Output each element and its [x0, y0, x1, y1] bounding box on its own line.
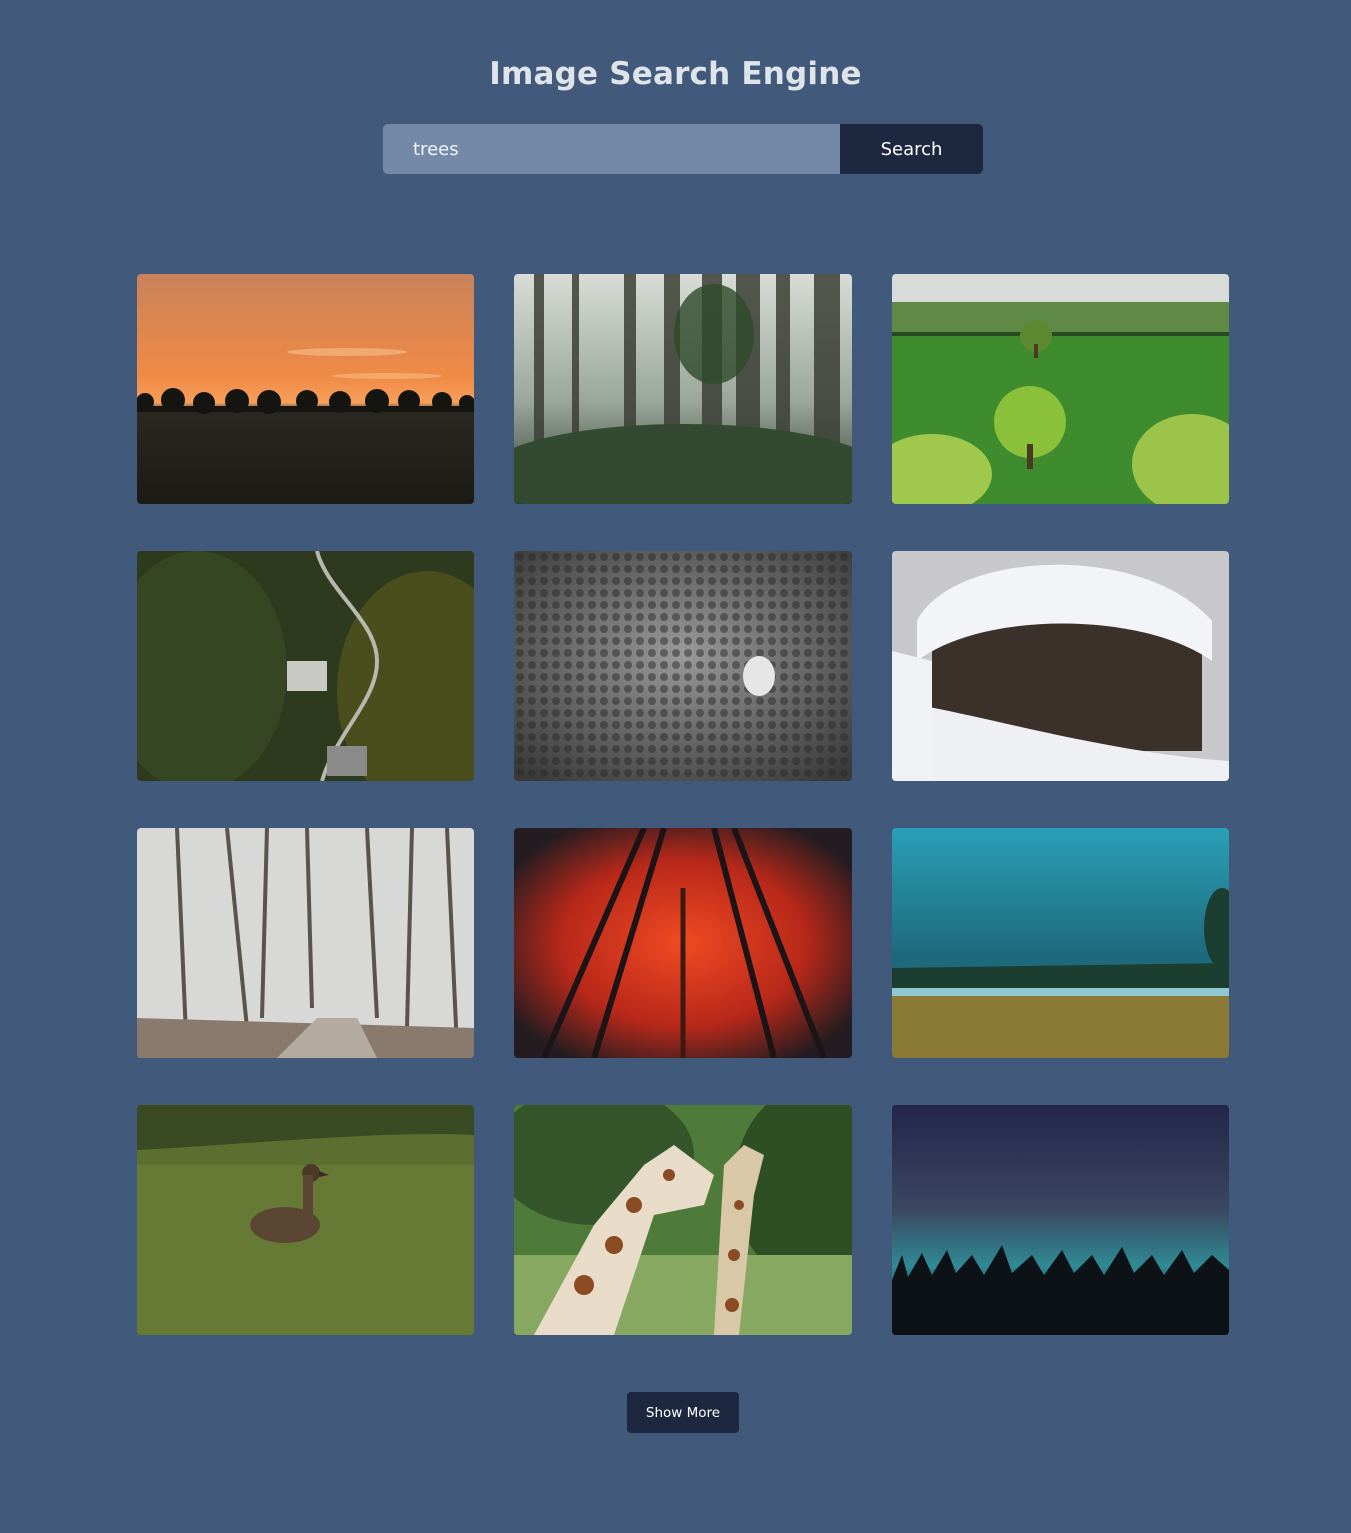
sunset-tree-line-image: [137, 274, 474, 504]
result-image-5[interactable]: [514, 551, 852, 781]
snow-cabin-image: [892, 551, 1229, 781]
red-autumn-canopy-image: [514, 828, 852, 1058]
bw-aerial-forest-image: [514, 551, 852, 781]
result-image-4[interactable]: [137, 551, 474, 781]
misty-forest-image: [514, 274, 852, 504]
result-image-7[interactable]: [137, 828, 474, 1058]
duck-on-grass-image: [137, 1105, 474, 1335]
result-image-11[interactable]: [514, 1105, 852, 1335]
result-image-2[interactable]: [514, 274, 852, 504]
result-image-12[interactable]: [892, 1105, 1229, 1335]
result-image-9[interactable]: [892, 828, 1229, 1058]
result-image-8[interactable]: [514, 828, 852, 1058]
green-meadow-image: [892, 274, 1229, 504]
twilight-forest-image: [892, 1105, 1229, 1335]
search-form: Search: [383, 124, 983, 174]
result-image-10[interactable]: [137, 1105, 474, 1335]
search-button[interactable]: Search: [840, 124, 983, 174]
results-grid: [137, 274, 1229, 1335]
aerial-forest-valley-image: [137, 551, 474, 781]
show-more-button[interactable]: Show More: [627, 1392, 739, 1433]
page: Image Search Engine Search: [0, 0, 1351, 1533]
frosty-forest-path-image: [137, 828, 474, 1058]
result-image-6[interactable]: [892, 551, 1229, 781]
result-image-1[interactable]: [137, 274, 474, 504]
search-input[interactable]: [383, 124, 840, 174]
teal-mountain-forest-image: [892, 828, 1229, 1058]
page-title: Image Search Engine: [489, 56, 862, 92]
giraffes-image: [514, 1105, 852, 1335]
result-image-3[interactable]: [892, 274, 1229, 504]
